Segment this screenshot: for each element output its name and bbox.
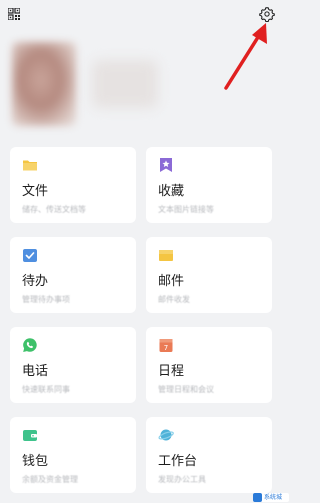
card-subtitle: 发现办公工具 xyxy=(158,475,206,484)
card-files[interactable]: 文件 储存、传送文档等 xyxy=(10,147,136,223)
bookmark-star-icon xyxy=(160,158,172,172)
calendar-icon: 7 xyxy=(159,339,173,352)
card-title: 文件 xyxy=(22,184,49,199)
card-subtitle: 邮件收发 xyxy=(158,295,190,304)
svg-text:7: 7 xyxy=(164,344,168,352)
mail-icon xyxy=(159,250,173,261)
site-watermark: 系统城 xyxy=(253,493,289,502)
card-wallet[interactable]: 钱包 余额及资金管理 xyxy=(10,417,136,493)
card-favorites[interactable]: 收藏 文本图片链接等 xyxy=(146,147,272,223)
card-subtitle: 快速联系同事 xyxy=(22,385,70,394)
folder-icon xyxy=(23,160,37,171)
card-subtitle: 余额及资金管理 xyxy=(22,475,78,484)
profile-name-blurred xyxy=(92,60,158,108)
card-title: 钱包 xyxy=(22,454,49,469)
watermark-logo-icon xyxy=(253,493,262,502)
card-workbench[interactable]: 工作台 发现办公工具 xyxy=(146,417,272,493)
card-phone[interactable]: 电话 快速联系同事 xyxy=(10,327,136,403)
card-title: 待办 xyxy=(22,274,49,289)
card-subtitle: 文本图片链接等 xyxy=(158,205,214,214)
card-subtitle: 管理日程和会议 xyxy=(158,385,214,394)
watermark-text: 系统城 xyxy=(264,494,283,501)
card-title: 日程 xyxy=(158,364,185,379)
avatar[interactable] xyxy=(12,42,76,126)
card-title: 工作台 xyxy=(158,454,198,469)
card-todo[interactable]: 待办 管理待办事项 xyxy=(10,237,136,313)
profile-header[interactable] xyxy=(0,34,291,134)
workbench-planet-icon xyxy=(158,429,174,441)
card-subtitle: 储存、传送文档等 xyxy=(22,205,86,214)
checkbox-icon xyxy=(23,249,37,262)
card-title: 电话 xyxy=(22,364,49,379)
me-page: 文件 储存、传送文档等 收藏 文本图片链接等 待办 管理待办事项 邮件 邮件收发 xyxy=(0,0,291,503)
card-title: 邮件 xyxy=(158,274,185,289)
phone-chat-icon xyxy=(23,338,37,352)
qr-code-icon[interactable] xyxy=(8,8,20,20)
card-calendar[interactable]: 7 日程 管理日程和会议 xyxy=(146,327,272,403)
card-subtitle: 管理待办事项 xyxy=(22,295,70,304)
card-mail[interactable]: 邮件 邮件收发 xyxy=(146,237,272,313)
wallet-icon xyxy=(23,430,37,441)
card-title: 收藏 xyxy=(158,184,185,199)
